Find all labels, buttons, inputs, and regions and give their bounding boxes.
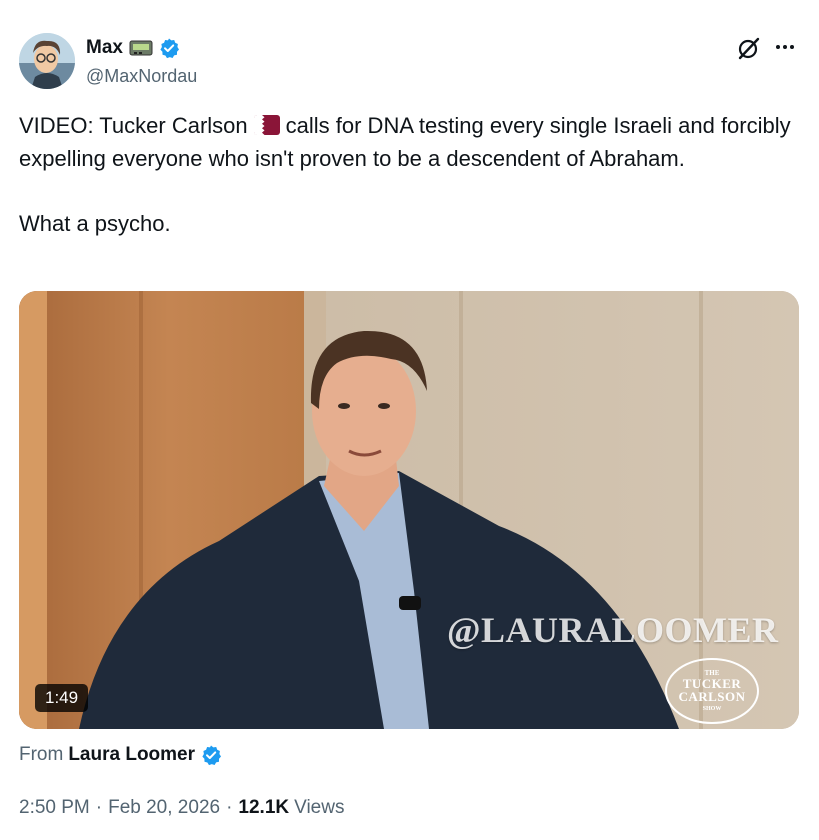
show-logo: THE TUCKER CARLSON SHOW (664, 659, 760, 723)
tweet-paragraph-1: VIDEO: Tucker Carlson calls for DNA test… (19, 110, 799, 175)
pager-icon (129, 40, 153, 56)
qatar-flag-icon (253, 113, 280, 135)
verified-badge-icon (158, 37, 180, 59)
show-logo-main: TUCKER CARLSON (678, 676, 746, 704)
verified-badge-icon (200, 744, 222, 766)
author-block[interactable]: Max @MaxNordau (86, 36, 197, 88)
tweet-paragraph-2: What a psycho. (19, 210, 171, 236)
views-label: Views (294, 797, 345, 818)
tweet: Max @MaxNordau VIDEO: Tucker Carlson cal… (0, 0, 819, 840)
source-name-link[interactable]: Laura Loomer (68, 742, 195, 768)
tweet-date[interactable]: Feb 20, 2026 (108, 795, 220, 821)
tweet-text-before-flag: VIDEO: Tucker Carlson (19, 113, 248, 138)
meta-separator: · (226, 797, 233, 818)
tweet-text: VIDEO: Tucker Carlson calls for DNA test… (19, 110, 799, 240)
tweet-time[interactable]: 2:50 PM (19, 795, 90, 821)
display-name[interactable]: Max (86, 36, 123, 60)
video-source: From Laura Loomer (19, 742, 222, 768)
handle[interactable]: @MaxNordau (86, 64, 197, 88)
tweet-meta: 2:50 PM · Feb 20, 2026 · 12.1K Views (19, 795, 344, 821)
views-count[interactable]: 12.1K (238, 795, 289, 821)
source-prefix: From (19, 744, 64, 765)
grok-icon[interactable] (737, 36, 761, 65)
meta-separator: · (95, 797, 103, 818)
show-logo-bottom: SHOW (702, 706, 722, 712)
video-duration-badge: 1:49 (35, 684, 89, 712)
more-options-icon[interactable] (771, 37, 799, 57)
video-player[interactable]: @LAURALOOMER THE TUCKER CARLSON SHOW 1:4… (19, 291, 799, 729)
video-watermark: @LAURALOOMER (447, 610, 779, 650)
avatar[interactable] (19, 33, 75, 89)
